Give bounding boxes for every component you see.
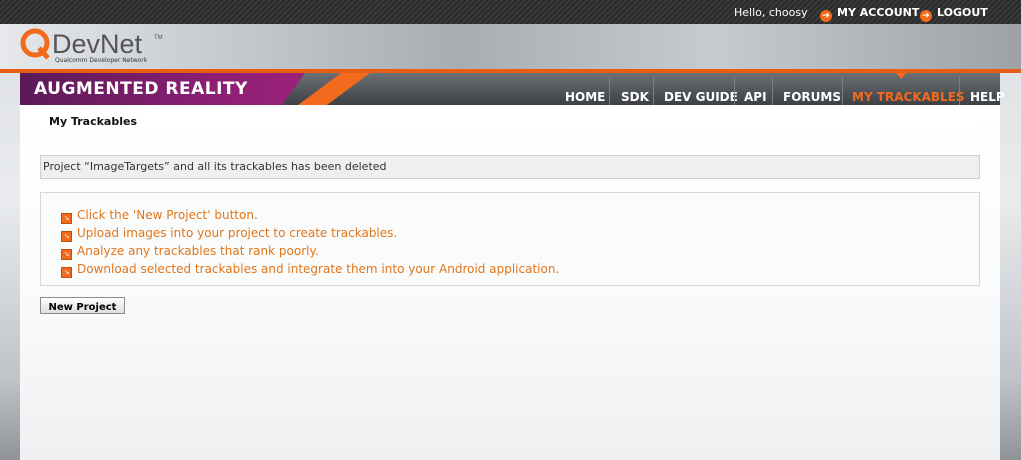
bullet-arrow-icon: ↘ [61, 231, 72, 242]
arrow-right-icon: ➔ [920, 10, 932, 22]
nav-separator [959, 76, 960, 105]
nav-separator [842, 76, 843, 105]
nav-separator [653, 76, 654, 105]
svg-text:DevNet: DevNet [52, 29, 143, 59]
nav-sdk[interactable]: SDK [621, 90, 649, 104]
instruction-item: ↘ Download selected trackables and integr… [61, 262, 559, 278]
bullet-arrow-icon: ↘ [61, 267, 72, 278]
page-title: My Trackables [49, 115, 137, 128]
nav-separator [772, 76, 773, 105]
section-title: AUGMENTED REALITY [34, 79, 248, 99]
nav-api[interactable]: API [744, 90, 767, 104]
nav-dev-guide[interactable]: DEV GUIDE [664, 90, 738, 104]
status-message: Project “ImageTargets” and all its track… [40, 155, 980, 179]
logout-link[interactable]: ➔ LOGOUT [920, 6, 988, 22]
bullet-arrow-icon: ↘ [61, 249, 72, 260]
nav-help[interactable]: HELP [970, 90, 1005, 104]
bullet-arrow-icon: ↘ [61, 213, 72, 224]
top-utility-bar: Hello, choosy ➔ MY ACCOUNT ➔ LOGOUT [0, 0, 1021, 24]
logo-band: DevNet TM Qualcomm Developer Network [0, 24, 1021, 69]
status-message-text: Project “ImageTargets” and all its track… [43, 160, 387, 173]
page-title-bar: My Trackables [40, 110, 980, 134]
nav-home[interactable]: HOME [565, 90, 605, 104]
nav-forums[interactable]: FORUMS [783, 90, 841, 104]
my-account-link[interactable]: ➔ MY ACCOUNT [820, 6, 919, 22]
nav-my-trackables[interactable]: MY TRACKABLES [852, 90, 965, 104]
nav-separator [734, 76, 735, 105]
greeting-text: Hello, choosy [734, 6, 808, 19]
arrow-right-icon: ➔ [820, 10, 832, 22]
logo-subtitle: Qualcomm Developer Network [55, 57, 148, 64]
instruction-item: ↘ Analyze any trackables that rank poorly… [61, 244, 319, 260]
active-tab-indicator [896, 73, 906, 79]
new-project-button[interactable]: New Project [40, 297, 125, 314]
instruction-item: ↘ Upload images into your project to crea… [61, 226, 397, 242]
nav-separator [609, 76, 610, 105]
instructions-box: ↘ Click the 'New Project' button. ↘ Upload… [40, 192, 980, 286]
svg-text:TM: TM [154, 35, 163, 41]
instruction-item: ↘ Click the 'New Project' button. [61, 208, 258, 224]
